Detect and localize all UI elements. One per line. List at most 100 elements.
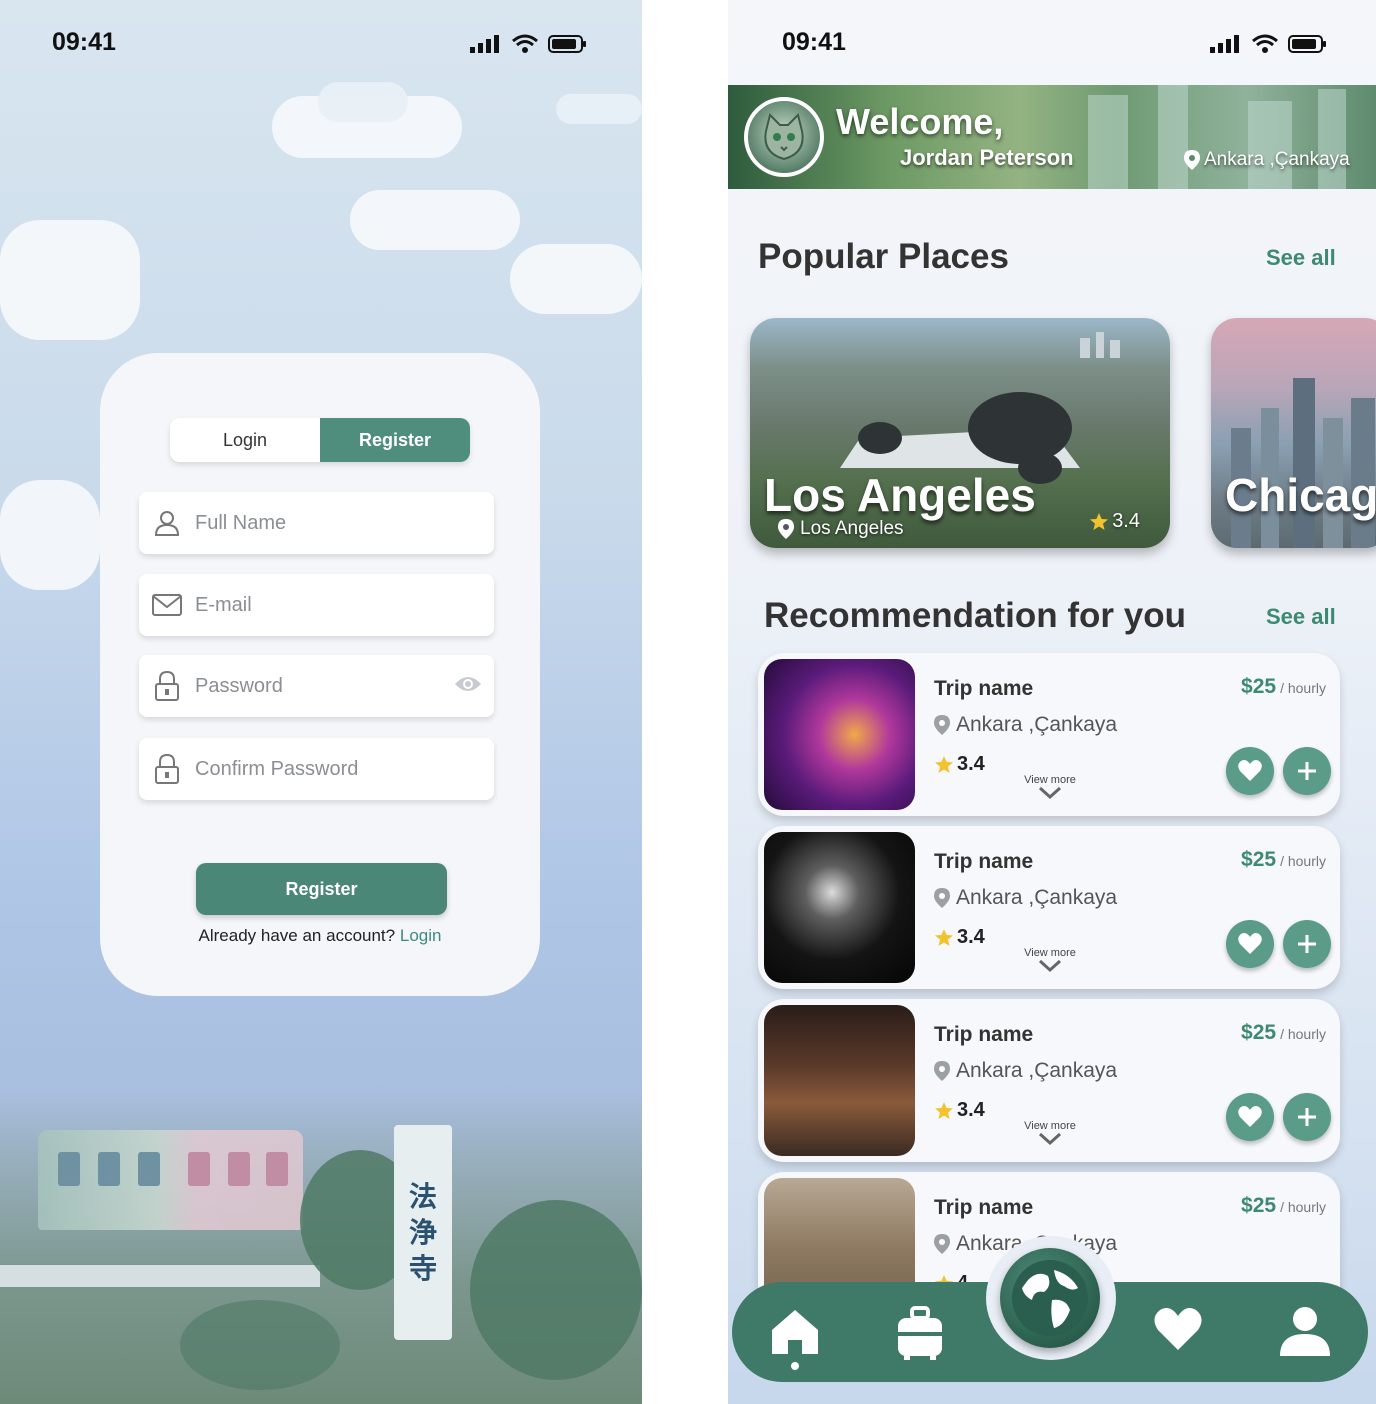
password-field[interactable]: Password [139, 655, 494, 717]
login-link[interactable]: Login [400, 926, 442, 945]
popular-see-all-link[interactable]: See all [1266, 245, 1336, 271]
view-more-toggle[interactable]: View more [1020, 1120, 1080, 1146]
recommendation-see-all-link[interactable]: See all [1266, 604, 1336, 630]
user-location[interactable]: Ankara ,Çankaya [1184, 149, 1350, 171]
nav-home[interactable] [768, 1306, 822, 1375]
place-card-chicago[interactable]: Chicag [1211, 318, 1376, 548]
signal-icon [470, 35, 499, 53]
star-icon [935, 928, 953, 946]
cloud [0, 220, 140, 340]
home-icon [772, 1310, 818, 1370]
trip-name: Trip name [934, 850, 1034, 873]
tab-register[interactable]: Register [320, 418, 470, 462]
price-unit: / hourly [1280, 853, 1326, 869]
favorite-button[interactable] [1226, 747, 1274, 795]
favorite-button[interactable] [1226, 1093, 1274, 1141]
user-icon [139, 509, 195, 537]
trip-location-text: Ankara ,Çankaya [956, 886, 1118, 909]
auth-tabs: Login Register [170, 418, 470, 462]
status-icons [470, 34, 588, 54]
trip-price: $25 / hourly [1241, 848, 1326, 872]
luggage-icon [898, 1306, 942, 1360]
trip-thumbnail [764, 832, 915, 983]
trip-rating: 3.4 [934, 926, 985, 949]
place-location: Los Angeles [778, 518, 904, 540]
home-screen: 09:41 Welcome, Jordan Peterson Ankara ,Ç… [728, 0, 1376, 1404]
trip-location: Ankara ,Çankaya [934, 713, 1117, 737]
email-field[interactable]: E-mail [139, 574, 494, 636]
pin-icon [934, 1234, 950, 1254]
nav-profile[interactable] [1278, 1306, 1332, 1363]
user-name: Jordan Peterson [900, 145, 1074, 170]
full-name-placeholder: Full Name [195, 511, 287, 534]
view-more-label: View more [1024, 947, 1076, 959]
cloud [556, 94, 642, 124]
view-more-label: View more [1024, 774, 1076, 786]
trip-location-text: Ankara ,Çankaya [956, 1059, 1118, 1082]
star-icon [935, 1101, 953, 1119]
trip-price: $25 / hourly [1241, 1021, 1326, 1045]
cat-avatar-icon [764, 113, 804, 161]
nav-favorites[interactable] [1152, 1306, 1204, 1357]
view-more-toggle[interactable]: View more [1020, 947, 1080, 973]
cloud [0, 480, 100, 590]
sign-char: 寺 [408, 1252, 437, 1284]
nav-globe-button[interactable] [1000, 1248, 1100, 1348]
confirm-password-field[interactable]: Confirm Password [139, 738, 494, 800]
chevron-down-icon [1038, 959, 1062, 973]
status-icons [1210, 34, 1328, 54]
register-screen: 09:41 Login Register Full Name E-mail Pa… [0, 0, 642, 1404]
cloud [350, 190, 520, 250]
trip-rating: 3.4 [934, 753, 985, 776]
place-location-text: Los Angeles [800, 518, 904, 539]
tab-login[interactable]: Login [170, 418, 320, 462]
trip-rating-value: 3.4 [957, 1099, 985, 1121]
sign-char: 浄 [408, 1216, 437, 1248]
place-name: Los Angeles [764, 469, 1036, 521]
confirm-password-placeholder: Confirm Password [195, 757, 359, 780]
plus-icon [1298, 935, 1316, 953]
bush [180, 1300, 340, 1390]
favorite-button[interactable] [1226, 920, 1274, 968]
eye-icon[interactable] [454, 673, 482, 700]
trip-card[interactable]: Trip name Ankara ,Çankaya 3.4 $25 / hour… [758, 653, 1340, 816]
trip-card[interactable]: Trip name Ankara ,Çankaya 3.4 $25 / hour… [758, 999, 1340, 1162]
bush [470, 1200, 642, 1380]
lock-icon [139, 670, 195, 702]
battery-icon [1288, 35, 1326, 53]
trip-rating-value: 3.4 [957, 926, 985, 948]
place-rating-value: 3.4 [1112, 510, 1140, 532]
star-icon [935, 755, 953, 773]
place-name: Chicag [1225, 469, 1376, 521]
user-location-text: Ankara ,Çankaya [1204, 149, 1350, 170]
add-button[interactable] [1283, 747, 1331, 795]
signal-icon [1210, 35, 1239, 53]
price-unit: / hourly [1280, 680, 1326, 696]
pin-icon [934, 888, 950, 908]
avatar[interactable] [744, 97, 824, 177]
status-time: 09:41 [782, 28, 846, 56]
plus-icon [1298, 1108, 1316, 1126]
add-button[interactable] [1283, 920, 1331, 968]
price-unit: / hourly [1280, 1026, 1326, 1042]
status-bar: 09:41 [0, 28, 642, 60]
trip-name: Trip name [934, 1196, 1034, 1219]
trip-thumbnail [764, 659, 915, 810]
place-card-los-angeles[interactable]: Los Angeles Los Angeles 3.4 [750, 318, 1170, 548]
add-button[interactable] [1283, 1093, 1331, 1141]
trip-card[interactable]: Trip name Ankara ,Çankaya 3.4 $25 / hour… [758, 826, 1340, 989]
full-name-field[interactable]: Full Name [139, 492, 494, 554]
trip-price: $25 / hourly [1241, 1194, 1326, 1218]
star-icon [1090, 512, 1109, 530]
train-illustration [38, 1130, 303, 1230]
view-more-toggle[interactable]: View more [1020, 774, 1080, 800]
trip-location: Ankara ,Çankaya [934, 886, 1117, 910]
pin-icon [934, 1061, 950, 1081]
chevron-down-icon [1038, 1132, 1062, 1146]
register-button[interactable]: Register [196, 863, 447, 915]
login-prompt: Already have an account? Login [100, 926, 540, 946]
sign-char: 法 [408, 1180, 437, 1212]
nav-trips[interactable] [896, 1306, 944, 1365]
wifi-icon [1252, 34, 1278, 53]
trip-price: $25 / hourly [1241, 675, 1326, 699]
